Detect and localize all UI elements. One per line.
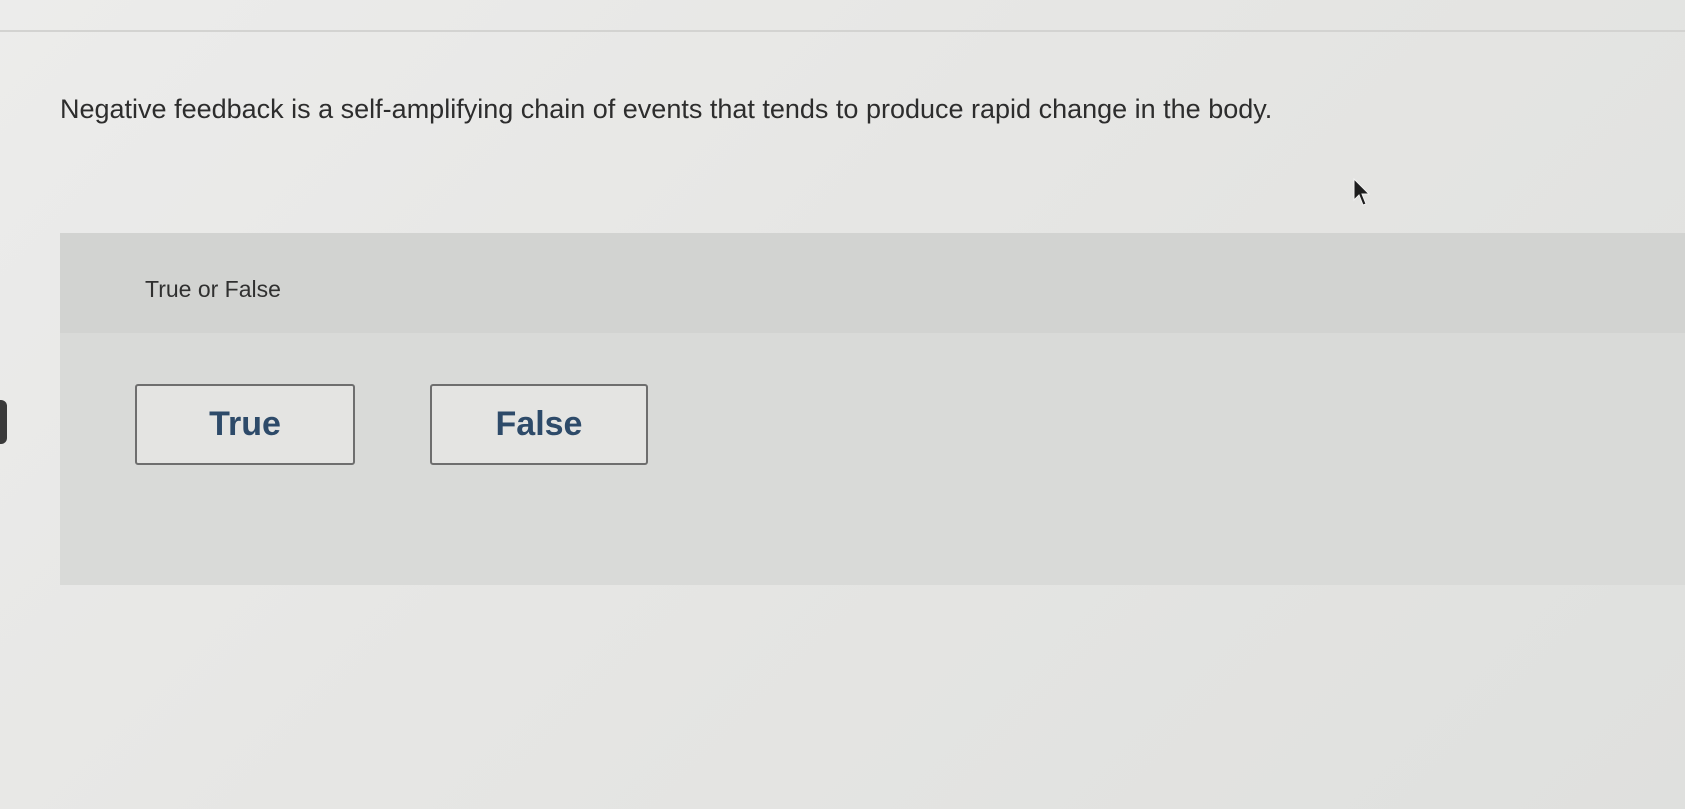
answer-panel-header: True or False (60, 233, 1685, 333)
top-divider (0, 30, 1685, 32)
true-button[interactable]: True (135, 384, 355, 465)
false-button[interactable]: False (430, 384, 648, 465)
question-text: Negative feedback is a self-amplifying c… (60, 94, 1273, 124)
left-edge-tab (0, 400, 7, 444)
mouse-pointer-icon (1353, 178, 1371, 206)
answer-type-label: True or False (145, 276, 281, 302)
answer-panel: True or False True False (60, 233, 1685, 585)
